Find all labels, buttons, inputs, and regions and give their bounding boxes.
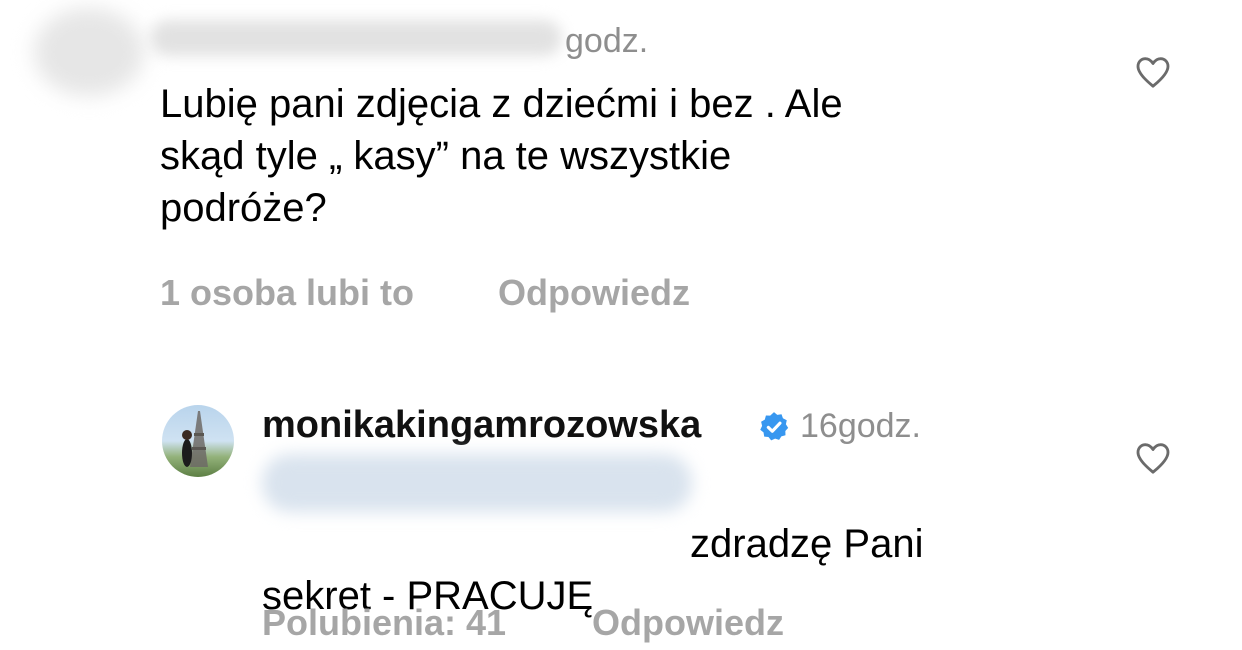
username-redacted[interactable] bbox=[150, 20, 562, 56]
heart-icon[interactable] bbox=[1133, 52, 1173, 92]
likes-count-link[interactable]: 1 osoba lubi to bbox=[160, 272, 414, 314]
comment-timestamp: godz. bbox=[565, 22, 649, 60]
reply-button[interactable]: Odpowiedz bbox=[498, 272, 690, 314]
likes-count-link[interactable]: Polubienia: 41 bbox=[262, 602, 506, 644]
reply-button[interactable]: Odpowiedz bbox=[592, 602, 784, 644]
eiffel-tower-photo bbox=[182, 411, 208, 467]
verified-badge-icon bbox=[760, 412, 789, 441]
comment-username[interactable]: monikakingamrozowska bbox=[262, 404, 701, 447]
avatar-redacted[interactable] bbox=[34, 8, 144, 96]
heart-icon[interactable] bbox=[1133, 438, 1173, 478]
avatar[interactable] bbox=[162, 405, 234, 477]
comment-text: Lubię pani zdjęcia z dziećmi i bez . Ale… bbox=[160, 82, 843, 230]
comment-timestamp: 16godz. bbox=[800, 407, 921, 445]
